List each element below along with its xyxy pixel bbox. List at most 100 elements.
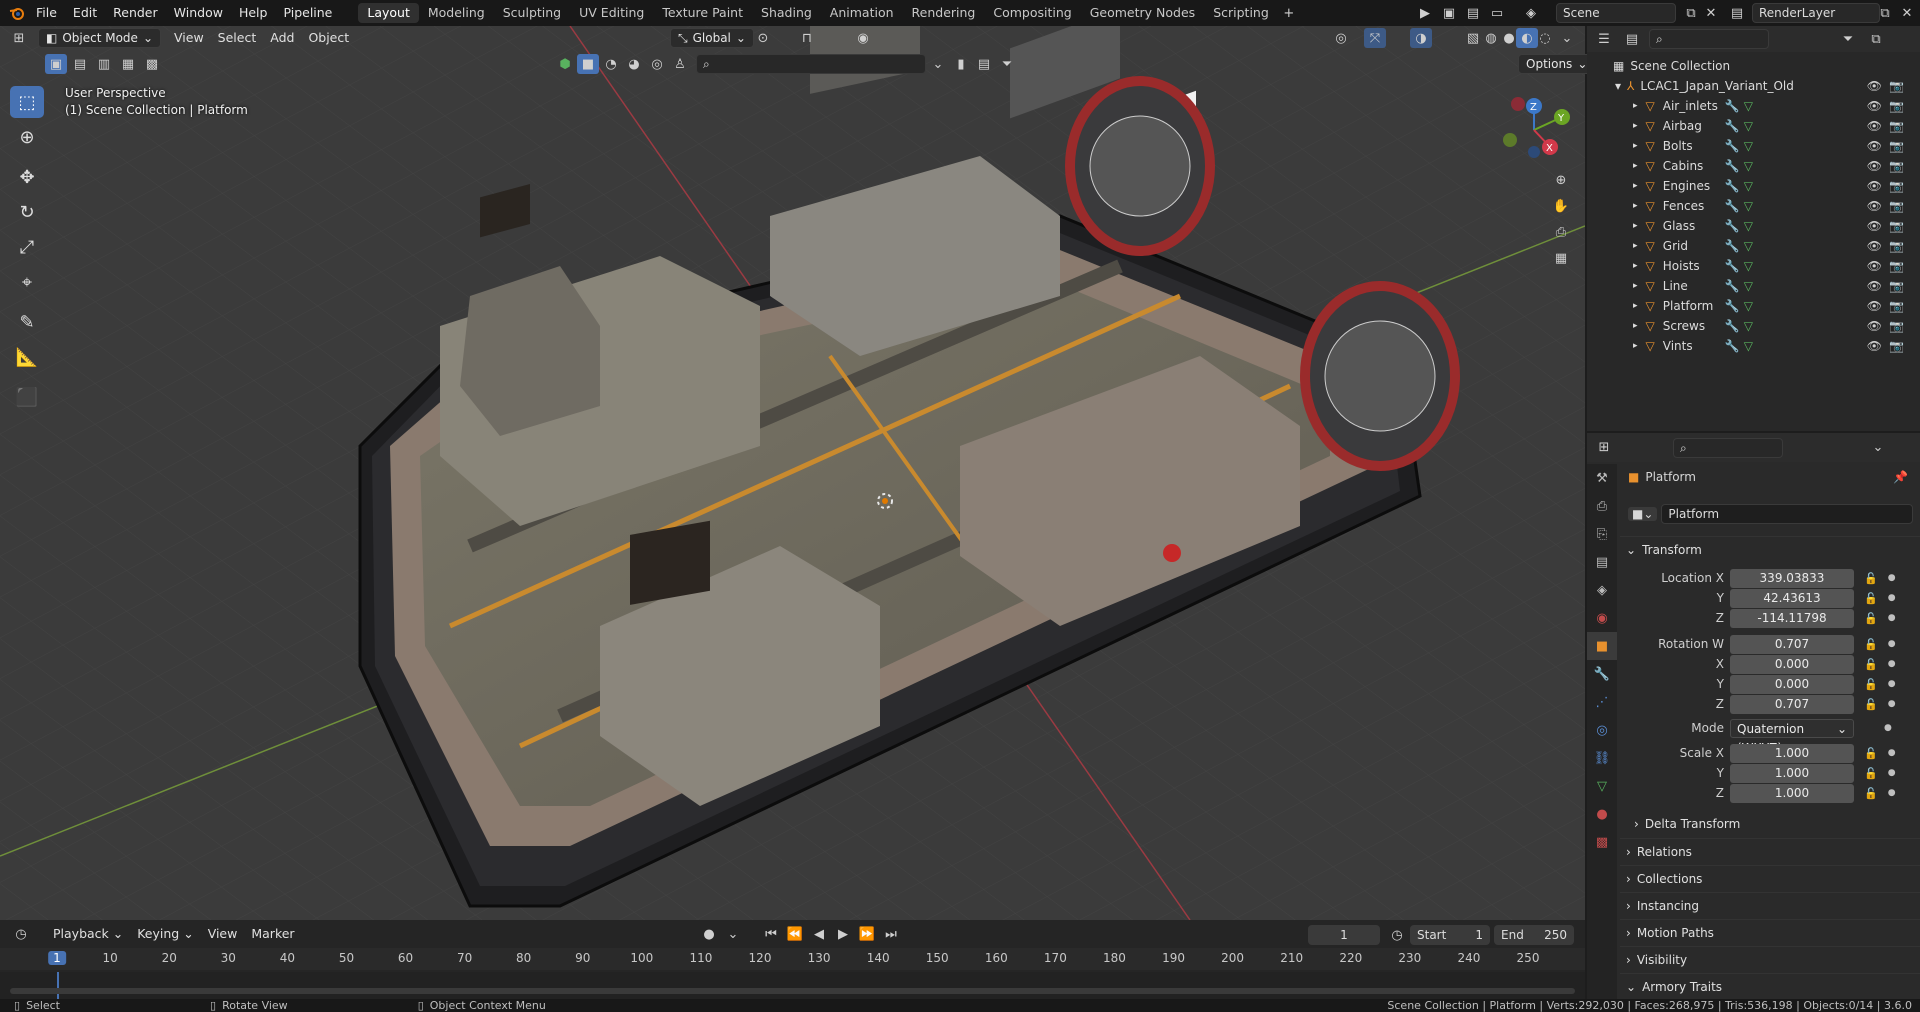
scene-tab-icon[interactable]: ◈	[1587, 576, 1617, 604]
scene-selector[interactable]: Scene	[1556, 3, 1676, 23]
menu-playback[interactable]: Playback ⌄	[46, 923, 130, 945]
camera-icon[interactable]: 📷	[1889, 339, 1904, 353]
keyframe-dot-icon[interactable]: ●	[1888, 788, 1896, 798]
timeline-track-area[interactable]	[0, 972, 1585, 999]
object-types-icon[interactable]: ⬢	[554, 54, 576, 74]
keyframe-dot-icon[interactable]: ●	[1888, 639, 1896, 649]
outliner-editor-icon[interactable]: ☰	[1593, 29, 1615, 49]
zoom-icon[interactable]: ⊕	[1550, 170, 1572, 190]
camera-icon[interactable]: 📷	[1889, 299, 1904, 313]
menu-add[interactable]: Add	[263, 27, 301, 49]
menu-render[interactable]: Render	[105, 0, 166, 26]
physics-tab-icon[interactable]: ◎	[1587, 716, 1617, 744]
armory-traits-header[interactable]: ⌄ Armory Traits	[1620, 973, 1920, 999]
new-scene-icon[interactable]: ⧉	[1680, 3, 1702, 23]
display-mode-icon[interactable]: ▤	[1621, 29, 1643, 49]
camera-icon[interactable]: 📷	[1889, 239, 1904, 253]
timeline-ruler[interactable]: 1 10 20 30 40 50 60 70 80 90 100 110 120 130 140 150 160…	[0, 948, 1585, 970]
expand-chevron-icon[interactable]: ▾	[1615, 79, 1621, 93]
scale-z-field[interactable]: 1.000	[1730, 783, 1854, 803]
location-y-field[interactable]: 42.43613	[1730, 588, 1854, 608]
collections-header[interactable]: › Collections	[1620, 865, 1920, 891]
expand-chevron-icon[interactable]: ▸	[1633, 261, 1638, 271]
keyframe-dot-icon[interactable]: ●	[1888, 593, 1896, 603]
menu-timeline-view[interactable]: View	[201, 923, 245, 945]
play-icon[interactable]: ▶	[832, 924, 854, 944]
rotation-y-field[interactable]: 0.000	[1730, 674, 1854, 694]
select-subtract-icon[interactable]: ▥	[93, 54, 115, 74]
window-icon[interactable]: ▭	[1486, 3, 1508, 23]
datablock-type-icon[interactable]: ■⌄	[1628, 507, 1658, 521]
tab-layout[interactable]: Layout	[358, 3, 419, 23]
scale-x-field[interactable]: 1.000	[1730, 743, 1854, 763]
delete-view-layer-icon[interactable]: ✕	[1896, 3, 1918, 23]
outliner-item[interactable]: ▸ ▽ Cabins 🔧 ▽ 👁 📷	[1587, 156, 1920, 176]
lock-icon[interactable]: 🔓	[1864, 572, 1878, 585]
shading-rendered-icon[interactable]: ◌	[1534, 28, 1556, 48]
eye-icon[interactable]: 👁	[1867, 139, 1882, 153]
proportional-editing-icon[interactable]: ◉	[852, 28, 874, 48]
next-keyframe-icon[interactable]: ⏩	[856, 924, 878, 944]
object-name-field[interactable]: Platform	[1661, 504, 1914, 524]
expand-chevron-icon[interactable]: ▸	[1633, 201, 1638, 211]
camera-icon[interactable]: 📷	[1889, 219, 1904, 233]
outliner-item[interactable]: ▸ ▽ Line 🔧 ▽ 👁 📷	[1587, 276, 1920, 296]
eye-icon[interactable]: 👁	[1867, 279, 1882, 293]
camera-icon[interactable]: 📷	[1889, 179, 1904, 193]
keyframe-dot-icon[interactable]: ●	[1888, 699, 1896, 709]
camera-icon[interactable]: 📷	[1889, 259, 1904, 273]
expand-chevron-icon[interactable]: ▸	[1633, 221, 1638, 231]
bookmark-icon[interactable]: ▮	[950, 54, 972, 74]
keyframe-dot-icon[interactable]: ●	[1888, 679, 1896, 689]
render-tab-icon[interactable]: ⎙	[1587, 492, 1617, 520]
keyframe-dot-icon[interactable]: ●	[1888, 573, 1896, 583]
tab-sculpting[interactable]: Sculpting	[494, 3, 570, 23]
expand-chevron-icon[interactable]: ▸	[1633, 101, 1638, 111]
select-invert-icon[interactable]: ▦	[117, 54, 139, 74]
particles-tab-icon[interactable]: ⋰	[1587, 688, 1617, 716]
lock-icon[interactable]: 🔓	[1864, 698, 1878, 711]
render-animation-icon[interactable]: ▤	[1462, 3, 1484, 23]
filter-camera-icon[interactable]: ◕	[623, 54, 645, 74]
expand-chevron-icon[interactable]: ▸	[1633, 161, 1638, 171]
eye-icon[interactable]: 👁	[1867, 219, 1882, 233]
timeline-editor-icon[interactable]: ◷	[10, 924, 32, 944]
lock-icon[interactable]: 🔓	[1864, 612, 1878, 625]
view-layer-tab-icon[interactable]: ▤	[1587, 548, 1617, 576]
display-filter-icon[interactable]: ▤	[973, 54, 995, 74]
visibility-header[interactable]: › Visibility	[1620, 946, 1920, 972]
expand-chevron-icon[interactable]: ▸	[1633, 141, 1638, 151]
expand-chevron-icon[interactable]: ▸	[1633, 281, 1638, 291]
scale-tool-icon[interactable]: ⤢	[10, 231, 44, 263]
properties-editor-icon[interactable]: ⊞	[1593, 438, 1615, 458]
outliner-item[interactable]: ▸ ▽ Fences 🔧 ▽ 👁 📷	[1587, 196, 1920, 216]
expand-chevron-icon[interactable]: ▸	[1633, 241, 1638, 251]
filter-other-icon[interactable]: ♙	[669, 54, 691, 74]
tab-texture-paint[interactable]: Texture Paint	[653, 3, 752, 23]
blender-logo-icon[interactable]	[6, 3, 28, 23]
menu-edit[interactable]: Edit	[65, 0, 105, 26]
timeline-scrollbar[interactable]	[10, 988, 1575, 994]
lock-icon[interactable]: 🔓	[1864, 658, 1878, 671]
eye-icon[interactable]: 👁	[1867, 199, 1882, 213]
camera-icon[interactable]: 📷	[1889, 159, 1904, 173]
tab-compositing[interactable]: Compositing	[984, 3, 1080, 23]
keyframe-dot-icon[interactable]: ●	[1888, 768, 1896, 778]
outliner-item[interactable]: ▸ ▽ Platform 🔧 ▽ 👁 📷	[1587, 296, 1920, 316]
location-z-field[interactable]: -114.11798	[1730, 608, 1854, 628]
menu-pipeline[interactable]: Pipeline	[275, 0, 340, 26]
camera-icon[interactable]: 📷	[1889, 199, 1904, 213]
rotation-w-field[interactable]: 0.707	[1730, 634, 1854, 654]
pivot-icon[interactable]: ⊙	[752, 28, 774, 48]
cursor-tool-icon[interactable]: ⊕	[10, 121, 44, 153]
filter-empty-icon[interactable]: ◎	[646, 54, 668, 74]
filter-light-icon[interactable]: ◔	[600, 54, 622, 74]
outliner-scene-collection[interactable]: ▦ Scene Collection	[1587, 56, 1920, 76]
relations-header[interactable]: › Relations	[1620, 838, 1920, 864]
outliner-item[interactable]: ▸ ▽ Glass 🔧 ▽ 👁 📷	[1587, 216, 1920, 236]
tab-modeling[interactable]: Modeling	[419, 3, 494, 23]
select-intersect-icon[interactable]: ▩	[141, 54, 163, 74]
lock-icon[interactable]: 🔓	[1864, 638, 1878, 651]
viewport-search-input[interactable]: ⌕	[696, 54, 926, 74]
ortho-grid-icon[interactable]: ▦	[1550, 248, 1572, 268]
